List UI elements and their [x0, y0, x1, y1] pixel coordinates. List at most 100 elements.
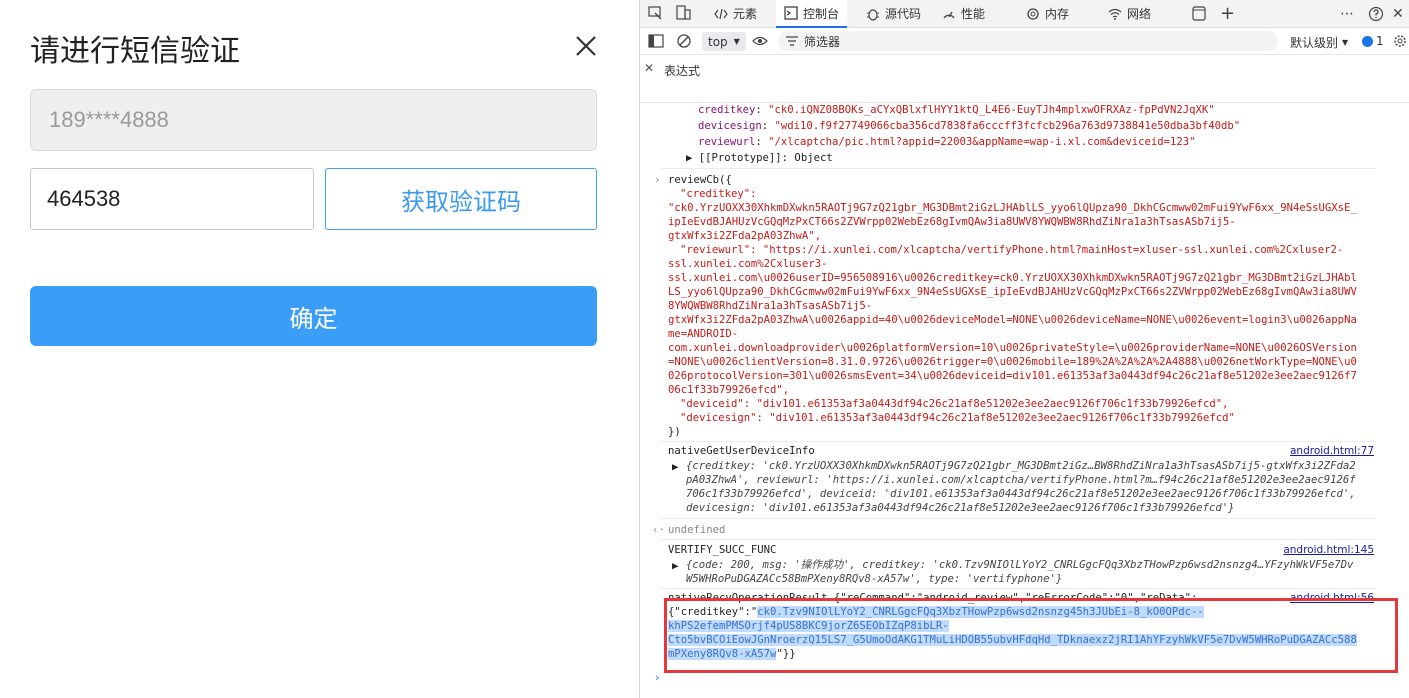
live-expression-bar: ✕ 表达式: [640, 55, 1409, 103]
level-chevron-icon: ▼: [1342, 38, 1349, 47]
tab-sources-label: 源代码: [885, 7, 922, 21]
tab-console[interactable]: 控制台: [776, 0, 848, 28]
sms-verify-dialog: 请进行短信验证 获取验证码 确定: [0, 0, 639, 698]
close-devtools-icon[interactable]: ✕: [1392, 0, 1404, 27]
more-tabs-icon[interactable]: ⋯: [1340, 0, 1354, 27]
reviewcb-reviewurl-key: "reviewurl": "https://i.xunlei.com/xlcap…: [680, 244, 1344, 256]
console-prompt-icon[interactable]: ›: [654, 671, 660, 686]
reviewcb-creditkey-key: "creditkey":: [680, 188, 757, 200]
phone-field[interactable]: [30, 89, 597, 151]
native-info-label: nativeGetUserDeviceInfo: [668, 445, 815, 457]
reviewcb-creditkey-line: gtxWfx3i2ZFda2pA03ZhwA",: [668, 230, 822, 242]
sidebar-toggle-icon[interactable]: [648, 34, 664, 48]
gauge-icon: [943, 11, 955, 18]
filter-placeholder: 筛选器: [804, 34, 841, 49]
obj-reviewurl-value: "/xlcaptcha/pic.html?appid=22003&appName…: [768, 136, 1196, 148]
issues-badge[interactable]: 1: [1362, 34, 1384, 48]
settings-gear-icon[interactable]: [1392, 33, 1408, 49]
add-tab-icon[interactable]: +: [1220, 0, 1235, 27]
divider: [660, 441, 1376, 442]
prototype-toggle[interactable]: ▶ [[Prototype]]: Object: [686, 151, 833, 166]
tab-elements-label: 元素: [733, 7, 758, 21]
reviewcb-head: reviewCb({: [668, 174, 732, 186]
dialog-title: 请进行短信验证: [30, 34, 240, 69]
reviewcb-deviceid-line: "deviceid": "div101.e61353af3a0443df94c2…: [680, 398, 1229, 410]
bug-icon: [867, 8, 879, 21]
native-info-line: pA03ZhwA', reviewurl: 'https://i.xunlei.…: [686, 474, 1356, 486]
devtools-tab-bar: 元素 控制台 源代码 性能 内存 网络 + ⋯ ✕: [640, 0, 1409, 28]
tab-console-label: 控制台: [803, 6, 840, 21]
prototype-label: [[Prototype]]: Object: [698, 152, 833, 164]
wifi-icon: [1108, 8, 1122, 20]
native-info-line: {creditkey: 'ck0.YrzUOXX30XhkmDXwkn5RAOT…: [686, 460, 1356, 472]
reviewcb-creditkey-line: ipIeEvdBJAHUzVcGQqMzPxCT66s2ZVWrpp02WebE…: [668, 216, 1236, 228]
native-info-line: devicesign: 'div101.e61353af3a0443df94c2…: [686, 502, 1235, 514]
verify-label: VERTIFY_SUCC_FUNC: [668, 544, 777, 556]
obj-creditkey-line: creditkey: "ck0.iQNZ08BOKs_aCYxQBlxflHYY…: [698, 104, 1215, 116]
remove-expression-icon[interactable]: ✕: [644, 61, 654, 75]
devtools-panel: 元素 控制台 源代码 性能 内存 网络 + ⋯ ✕ top ▼ 筛选器 默认级别…: [639, 0, 1409, 698]
context-select[interactable]: top ▼: [702, 32, 746, 51]
reviewcb-devicesign-line: "devicesign": "div101.e61353af3a0443df94…: [680, 412, 1235, 424]
issues-count: 1: [1376, 34, 1384, 48]
highlight-annotation-box: [664, 598, 1398, 673]
reviewcb-reviewurl-line: ssl.xunlei.com%2Cxluser3-: [668, 258, 828, 270]
divider: [660, 168, 1376, 169]
sms-code-input[interactable]: [30, 168, 314, 230]
inspect-icon[interactable]: [648, 6, 663, 21]
divider: [660, 539, 1376, 540]
return-arrow-icon: ‹·: [652, 524, 665, 536]
close-icon[interactable]: [572, 32, 600, 60]
reviewcb-reviewurl-line: gtxWfx3i2ZFda2pA03ZhwA\u0026appid=40\u00…: [668, 314, 1357, 326]
tab-performance[interactable]: 性能: [942, 0, 985, 27]
reviewcb-reviewurl-line: 026protocolVersion=301\u0026smsEvent=34\…: [668, 370, 1357, 382]
expression-label: 表达式: [664, 64, 701, 78]
console-icon: [784, 6, 798, 20]
filter-input[interactable]: 筛选器: [778, 31, 1278, 51]
tab-network-label: 网络: [1127, 7, 1152, 21]
verify-source-link[interactable]: android.html:145: [1283, 543, 1374, 558]
reviewcb-reviewurl-line: =NONE\u0026clientVersion=8.31.0.9726\u00…: [668, 356, 1357, 368]
log-level-select[interactable]: 默认级别 ▼: [1290, 34, 1348, 51]
input-chevron-icon: ›: [654, 174, 661, 186]
log-level-label: 默认级别: [1290, 36, 1339, 50]
tab-elements[interactable]: 元素: [714, 0, 757, 27]
reviewcb-reviewurl-line: ssl.xunlei.com\u0026userID=956508916\u00…: [668, 272, 1357, 284]
issues-icon: [1362, 35, 1373, 47]
obj-reviewurl-line: reviewurl: "/xlcaptcha/pic.html?appid=22…: [698, 136, 1196, 148]
reviewcb-reviewurl-line: 06c1f33b79926efcd",: [668, 384, 790, 396]
reviewcb-reviewurl-line: 8YWQWBW8RhdZiNra1a3hTsasASb7ij5-: [668, 300, 873, 312]
verify-line: {code: 200, msg: '操作成功', creditkey: 'ck0…: [686, 559, 1354, 571]
native-info-source-link[interactable]: android.html:77: [1290, 444, 1374, 459]
obj-creditkey-value: "ck0.iQNZ08BOKs_aCYxQBlxflHYY1ktQ_L4E6-E…: [768, 104, 1215, 116]
tab-performance-label: 性能: [961, 7, 986, 21]
expand-triangle-icon[interactable]: ▶: [672, 460, 678, 475]
get-code-button[interactable]: 获取验证码: [325, 168, 597, 230]
reviewcb-reviewurl-line: com.xunlei.downloadprovider\u0026platfor…: [668, 342, 1357, 354]
eye-icon[interactable]: [752, 34, 768, 48]
confirm-button[interactable]: 确定: [30, 286, 597, 346]
tab-memory-label: 内存: [1045, 7, 1070, 21]
context-label: top: [708, 34, 728, 49]
divider: [660, 518, 1376, 519]
reviewcb-creditkey-line: "ck0.YrzUOXX30XhkmDXwkn5RAOTj9G7zQ21gbr_…: [668, 202, 1357, 214]
verify-line: W5WHRoPuDGAZACc58BmPXeny8RQv8-xA57w', ty…: [686, 573, 1063, 585]
filter-icon: [786, 36, 798, 46]
reviewcb-close: }): [668, 426, 681, 438]
tab-memory[interactable]: 内存: [1026, 0, 1069, 27]
code-tag-icon: [714, 8, 728, 19]
native-info-line: 706c1f33b79926efcd', deviceid: 'div101.e…: [686, 488, 1356, 500]
help-icon[interactable]: [1368, 6, 1384, 22]
tab-sources[interactable]: 源代码: [866, 0, 921, 27]
application-icon[interactable]: [1192, 6, 1206, 21]
reviewcb-reviewurl-line: me=ANDROID-: [668, 328, 739, 340]
console-toolbar: top ▼ 筛选器 默认级别 ▼ 1: [640, 28, 1409, 55]
device-toggle-icon[interactable]: [676, 5, 691, 21]
undefined-result: undefined: [668, 524, 726, 536]
memory-gear-icon: [1027, 7, 1039, 20]
obj-devicesign-line: devicesign: "wdi10.f9f27749066cba356cd78…: [698, 120, 1241, 132]
obj-devicesign-value: "wdi10.f9f27749066cba356cd7838fa6cccff3f…: [774, 120, 1241, 132]
expand-triangle-icon[interactable]: ▶: [672, 559, 678, 574]
tab-network[interactable]: 网络: [1108, 0, 1151, 27]
clear-console-icon[interactable]: [676, 33, 692, 49]
